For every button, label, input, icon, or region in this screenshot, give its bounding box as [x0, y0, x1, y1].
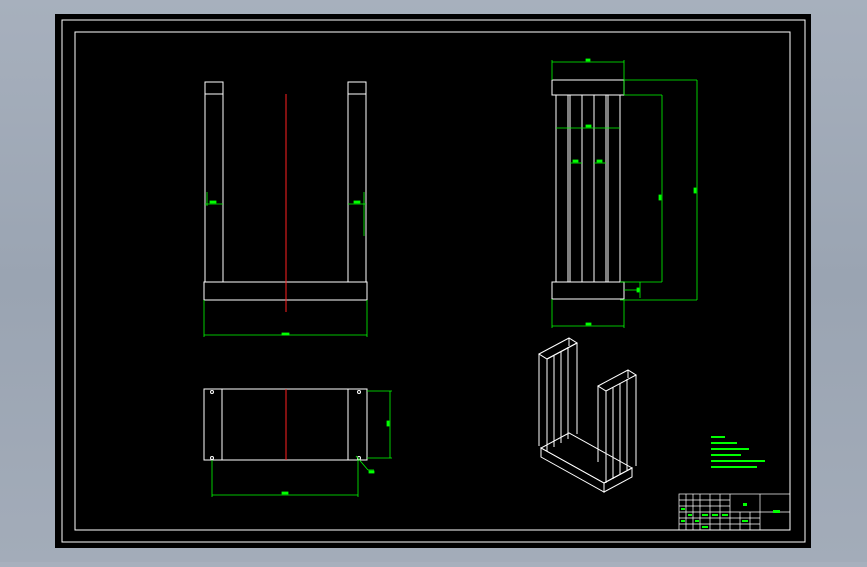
drawing-sheet [55, 14, 811, 548]
cad-canvas[interactable] [0, 0, 867, 562]
cad-viewport[interactable] [0, 0, 867, 562]
